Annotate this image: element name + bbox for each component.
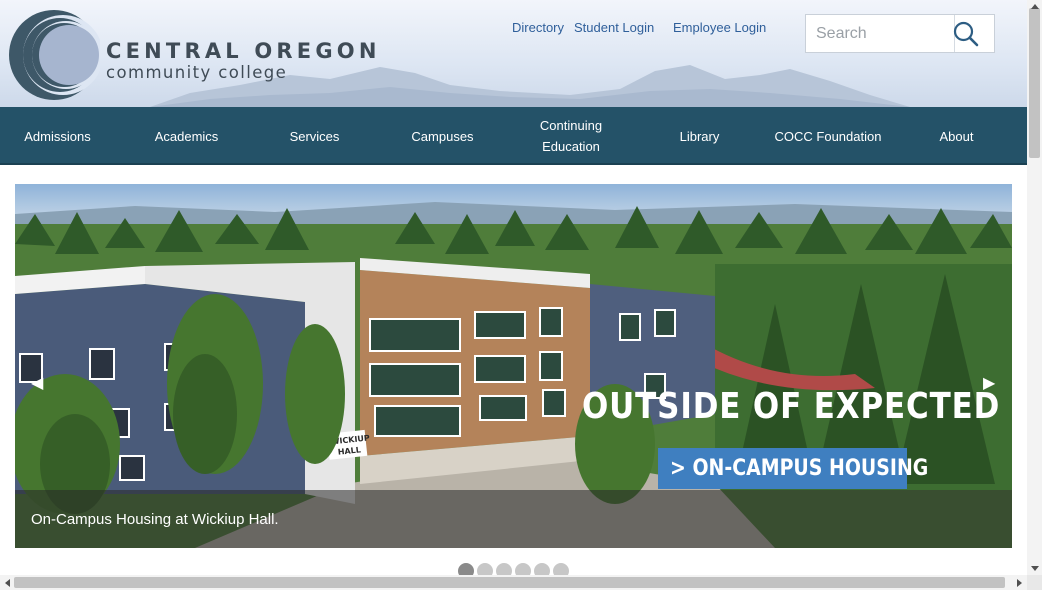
nav-item-continuing-education[interactable]: Continuing Education (528, 107, 614, 165)
scroll-up-icon[interactable] (1031, 4, 1039, 9)
main-nav: Admissions Academics Services Campuses C… (0, 107, 1027, 165)
logo-subtitle: community college (106, 63, 288, 82)
hero-slider[interactable]: WICKIUP HALL ◀ ▶ OUTSIDE OF EXPECTED > O… (15, 184, 1012, 548)
student-login-link[interactable]: Student Login (574, 20, 654, 35)
directory-link[interactable]: Directory (512, 20, 564, 35)
nav-item-campuses[interactable]: Campuses (385, 107, 500, 165)
promo-headline: OUTSIDE OF EXPECTED (582, 386, 1001, 427)
search-icon[interactable] (953, 21, 979, 47)
logo-title: CENTRAL OREGON (106, 39, 381, 63)
arrow-left-icon[interactable]: ◀ (31, 373, 43, 393)
cocc-logo-icon[interactable] (8, 9, 100, 101)
nav-item-library[interactable]: Library (642, 107, 757, 165)
nav-item-cocc-foundation[interactable]: COCC Foundation (760, 107, 896, 165)
horizontal-scroll-thumb[interactable] (14, 577, 1005, 588)
search-input[interactable] (806, 15, 954, 52)
vertical-scroll-thumb[interactable] (1029, 8, 1040, 158)
nav-item-about[interactable]: About (899, 107, 1014, 165)
nav-item-admissions[interactable]: Admissions (0, 107, 115, 165)
scroll-down-icon[interactable] (1031, 566, 1039, 571)
nav-item-academics[interactable]: Academics (129, 107, 244, 165)
employee-login-link[interactable]: Employee Login (673, 20, 766, 35)
on-campus-housing-button[interactable]: > ON-CAMPUS HOUSING (658, 448, 928, 489)
scroll-right-icon[interactable] (1017, 579, 1022, 587)
scroll-left-icon[interactable] (5, 579, 10, 587)
nav-item-services[interactable]: Services (257, 107, 372, 165)
slide-caption: On-Campus Housing at Wickiup Hall. (31, 511, 279, 528)
page: CENTRAL OREGON community college Directo… (0, 0, 1042, 590)
scrollbar-corner (1027, 575, 1042, 590)
logo-text[interactable]: CENTRAL OREGON community college (106, 40, 381, 83)
promo-button-label: > ON-CAMPUS HOUSING (670, 456, 929, 481)
site-header: CENTRAL OREGON community college Directo… (0, 0, 1027, 107)
